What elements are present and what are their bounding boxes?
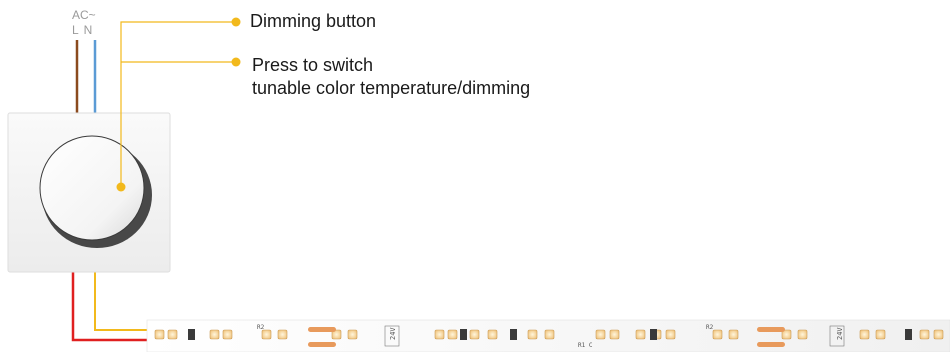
led-chip bbox=[859, 329, 870, 340]
led-strip: 24V 24V R2 R2 R1 C bbox=[146, 319, 950, 352]
led-chip bbox=[167, 329, 178, 340]
dimming-button-leader-dot bbox=[116, 182, 126, 192]
output-yellow-wire bbox=[94, 272, 148, 331]
led-chip bbox=[434, 329, 445, 340]
led-chip bbox=[544, 329, 555, 340]
strip-resistor-label: R1 C bbox=[578, 342, 593, 349]
resistor-chip bbox=[905, 329, 912, 340]
strip-resistor-label: R2 bbox=[706, 324, 714, 331]
led-chip bbox=[222, 329, 233, 340]
led-chip bbox=[209, 329, 220, 340]
led-chip bbox=[933, 329, 944, 340]
dimming-button-callout-dot bbox=[231, 17, 241, 27]
strip-resistor-label: R2 bbox=[257, 324, 265, 331]
resistor-chip bbox=[188, 329, 195, 340]
led-chip bbox=[875, 329, 886, 340]
resistor-chip bbox=[510, 329, 517, 340]
led-chip bbox=[347, 329, 358, 340]
led-chip bbox=[728, 329, 739, 340]
led-chip bbox=[919, 329, 930, 340]
resistor-chip bbox=[460, 329, 467, 340]
strip-segment-label: 24V bbox=[389, 327, 397, 340]
wiring-diagram: AC~ L N Dimming button Press to switch t… bbox=[0, 0, 950, 352]
cut-pad bbox=[757, 342, 785, 347]
cut-pad bbox=[308, 327, 336, 332]
press-to-switch-callout-dot bbox=[231, 57, 241, 67]
led-chip bbox=[712, 329, 723, 340]
strip-segment-label: 24V bbox=[836, 327, 844, 340]
led-chip bbox=[469, 329, 480, 340]
led-chip bbox=[665, 329, 676, 340]
resistor-chip bbox=[650, 329, 657, 340]
led-chip bbox=[635, 329, 646, 340]
led-chip bbox=[487, 329, 498, 340]
led-chip bbox=[797, 329, 808, 340]
led-chip bbox=[277, 329, 288, 340]
cut-pad bbox=[757, 327, 785, 332]
cut-pad bbox=[308, 342, 336, 347]
dimming-knob bbox=[39, 135, 145, 241]
led-chip bbox=[261, 329, 272, 340]
led-chip bbox=[154, 329, 165, 340]
led-chip bbox=[447, 329, 458, 340]
diagram-graphics: 24V 24V R2 R2 R1 C bbox=[7, 17, 950, 352]
led-chip bbox=[595, 329, 606, 340]
led-chip bbox=[527, 329, 538, 340]
led-chip bbox=[609, 329, 620, 340]
